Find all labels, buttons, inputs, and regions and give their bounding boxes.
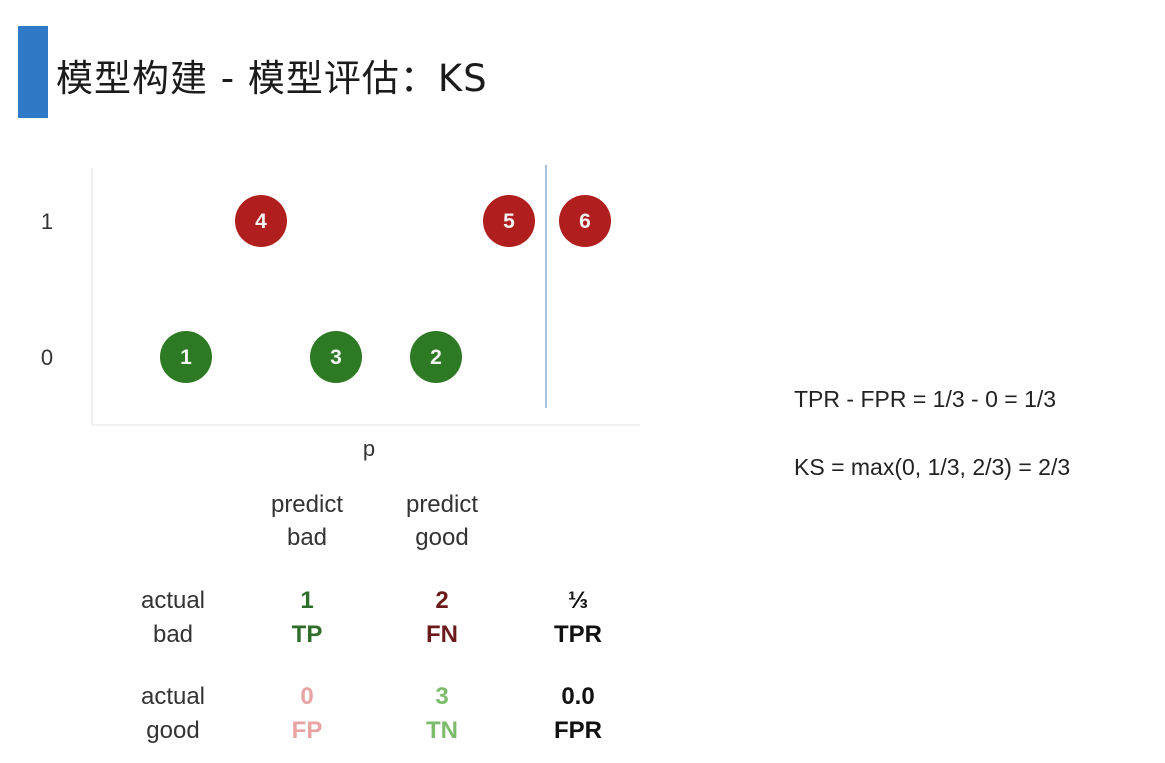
data-point-label: 4 (255, 210, 267, 233)
row-label-line1: actual (140, 587, 206, 614)
col-header-line2: bad (286, 524, 328, 551)
cell-value: 3 (435, 683, 449, 710)
data-point-label: 6 (579, 210, 591, 233)
row-label-actual-good: actual good (103, 680, 243, 748)
cell-value: 1 (300, 587, 314, 614)
row-label-line1: actual (140, 683, 206, 710)
y-tick-label: 1 (41, 209, 53, 234)
data-point-label: 3 (330, 346, 342, 369)
scatter-plot: 1 0 4 5 6 1 3 2 p (41, 165, 640, 461)
row-label-line2: good (146, 717, 200, 744)
cell-value: 0.0 (561, 683, 595, 710)
col-header-line1: predict (405, 491, 479, 518)
y-tick-label: 0 (41, 345, 53, 370)
cell-name: TN (426, 717, 458, 744)
col-header-line2: good (415, 524, 469, 551)
row-label-actual-bad: actual bad (103, 584, 243, 652)
cell-value: ⅓ (567, 587, 588, 614)
cell-tp: 1 TP (247, 584, 367, 652)
tpr-fpr-formula: TPR - FPR = 1/3 - 0 = 1/3 (794, 386, 1057, 412)
cell-fn: 2 FN (382, 584, 502, 652)
cell-tn: 3 TN (382, 680, 502, 748)
data-point-label: 5 (503, 210, 515, 233)
cell-name: TP (291, 621, 323, 648)
cell-tpr: ⅓ TPR (518, 584, 638, 652)
cell-name: TPR (554, 621, 602, 648)
cell-name: FP (291, 717, 323, 744)
cell-value: 0 (300, 683, 314, 710)
cell-name: FPR (554, 717, 602, 744)
cell-value: 2 (435, 587, 449, 614)
cell-name: FN (426, 621, 458, 648)
col-header-predict-bad: predict bad (237, 488, 377, 554)
row-label-line2: bad (152, 621, 194, 648)
col-header-line1: predict (270, 491, 344, 518)
col-header-predict-good: predict good (372, 488, 512, 554)
ks-formula: KS = max(0, 1/3, 2/3) = 2/3 (794, 454, 1071, 480)
cell-fpr: 0.0 FPR (518, 680, 638, 748)
cell-fp: 0 FP (247, 680, 367, 748)
data-point-label: 1 (180, 346, 192, 369)
x-axis-label: p (363, 436, 375, 461)
data-point-label: 2 (430, 346, 442, 369)
